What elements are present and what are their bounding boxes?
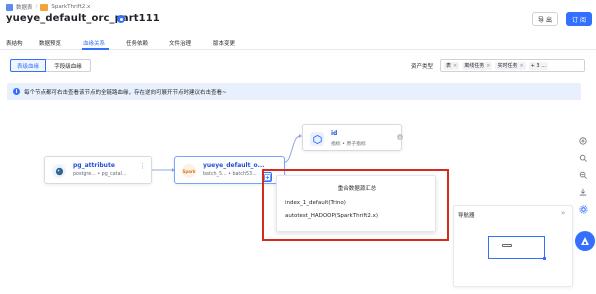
info-notice: i 每个节点都可右击查看该节点的全链路血缘，存在逆向可展开节点时建议右击查看~ [7, 83, 581, 100]
zoom-in-icon[interactable] [576, 134, 590, 148]
node-subtitle: 指标 • 原子指标 [331, 142, 366, 147]
settings-icon[interactable] [576, 202, 590, 216]
resize-handle[interactable] [543, 257, 546, 260]
export-button[interactable]: 导 出 [532, 12, 558, 26]
subscribe-button[interactable]: 订 阅 [566, 12, 592, 26]
assistant-fab-icon[interactable] [575, 231, 595, 251]
chip-label: 实时任务 [497, 63, 518, 69]
table-lineage-toggle[interactable]: 表级血缘 [10, 59, 46, 72]
node-title: id [331, 130, 338, 137]
close-icon[interactable]: × [519, 63, 523, 69]
tab-task-dependency[interactable]: 任务依赖 [126, 39, 148, 47]
download-icon[interactable] [576, 185, 590, 199]
tab-file-governance[interactable]: 文件治理 [169, 39, 191, 47]
tab-schema[interactable]: 表结构 [6, 39, 23, 47]
lineage-node-pg-attribute[interactable]: pg_attribute postgre... • pg_catal... ⋮ [44, 156, 152, 184]
tab-lineage[interactable]: 血缘关系 [83, 39, 105, 47]
filter-chip: 表 × [444, 61, 460, 70]
asset-type-label: 资产类型 [411, 64, 434, 70]
highlight-box [262, 169, 449, 241]
postgresql-icon [52, 164, 66, 178]
chip-label: 离线任务 [464, 63, 485, 69]
breadcrumb: 数据表 / SparkThrift2.x [6, 2, 90, 12]
node-subtitle: postgre... • pg_catal... [73, 172, 127, 177]
zoom-out-icon[interactable] [576, 168, 590, 182]
sparkthrift-icon [40, 3, 49, 11]
filter-chip: 实时任务 × [495, 61, 526, 70]
lineage-node-metric-id[interactable]: id 指标 • 原子指标 [302, 124, 402, 151]
node-subtitle: batch_5... • batch53... [203, 172, 257, 177]
spark-icon: Spark [182, 164, 196, 178]
filter-chip-more[interactable]: + 3 ... [528, 61, 548, 70]
close-icon[interactable]: × [453, 63, 457, 69]
notice-text: 每个节点都可右击查看该节点的全链路血缘，存在逆向可展开节点时建议右击查看~ [24, 89, 227, 96]
database-icon [6, 3, 13, 11]
edge-current-to-metric [284, 135, 301, 163]
double-chevron-right-icon[interactable]: » [561, 209, 565, 217]
breadcrumb-separator: / [35, 4, 38, 10]
navigator-panel[interactable]: 导航器 [453, 205, 573, 287]
verified-badge-icon [117, 15, 125, 23]
chip-label: 表 [446, 63, 452, 69]
tab-version-changes[interactable]: 版本变更 [213, 39, 235, 47]
info-icon: i [13, 88, 20, 95]
fit-view-icon[interactable] [576, 151, 590, 165]
navigator-node [502, 244, 512, 247]
navigator-viewport[interactable] [488, 236, 546, 260]
navigator-title: 导航器 [458, 213, 475, 219]
tab-bar: 表结构 数据预览 血缘关系 任务依赖 文件治理 版本变更 [0, 37, 596, 50]
page-title: yueye_default_orc_part111 [6, 13, 160, 24]
node-title: pg_attribute [73, 162, 115, 169]
close-icon[interactable]: × [397, 134, 403, 140]
tab-preview[interactable]: 数据预览 [39, 39, 61, 47]
more-chips-label: + 3 ... [530, 62, 546, 69]
field-lineage-toggle[interactable]: 字段级血缘 [46, 59, 91, 72]
filter-chip: 离线任务 × [462, 61, 493, 70]
breadcrumb-item-tables[interactable]: 数据表 [16, 3, 33, 11]
more-icon[interactable]: ⋮ [139, 162, 146, 170]
breadcrumb-item-source: SparkThrift2.x [51, 4, 91, 10]
close-icon[interactable]: × [486, 63, 490, 69]
metric-icon [310, 132, 324, 146]
asset-type-select[interactable]: 表 × 离线任务 × 实时任务 × + 3 ... [440, 59, 585, 72]
active-tab-indicator [82, 48, 109, 50]
node-title: yueye_default_o... [203, 162, 265, 169]
